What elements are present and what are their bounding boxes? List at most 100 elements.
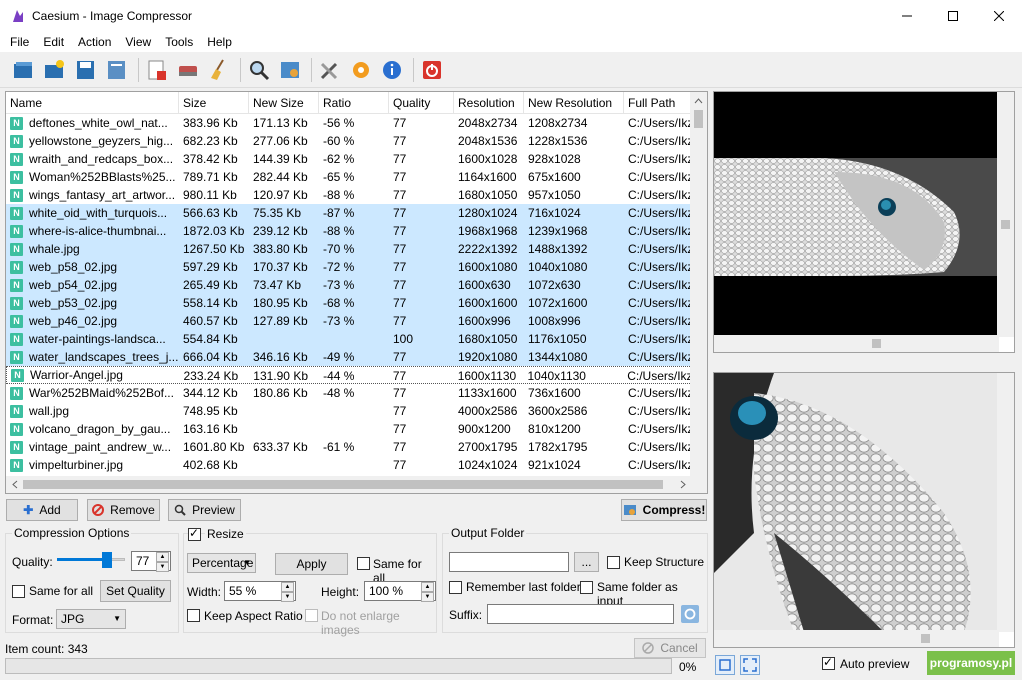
clear-list-button[interactable] [174,56,202,84]
refresh-icon[interactable] [681,605,699,623]
spin-down-icon[interactable]: ▼ [156,562,169,572]
table-row[interactable]: Nwhite_oid_with_turquois... 566.63 Kb 75.3… [6,204,692,222]
quality-spinbox[interactable]: 77 ▲ ▼ [131,551,171,572]
height-spinbox[interactable]: 100 % ▲ ▼ [364,581,436,602]
width-spinner[interactable]: ▲ ▼ [281,582,294,602]
original-preview-pane[interactable] [713,91,1015,353]
spin-up-icon[interactable]: ▲ [281,582,294,592]
preview-button[interactable]: Preview [168,499,241,521]
fit-to-window-button[interactable] [715,655,735,675]
menu-file[interactable]: File [3,32,36,52]
scroll-thumb[interactable] [921,634,930,643]
resize-mode-select[interactable]: Percentage [187,553,256,573]
table-row[interactable]: Nwater_landscapes_trees_j... 666.04 Kb 346… [6,348,692,366]
exit-button[interactable] [418,56,446,84]
column-quality[interactable]: Quality [389,92,454,114]
table-row[interactable]: Nweb_p58_02.jpg 597.29 Kb 170.37 Kb -72 % 77… [6,258,692,276]
scroll-thumb[interactable] [872,339,881,348]
search-button[interactable] [245,56,273,84]
apply-button[interactable]: Apply [275,553,348,575]
do-not-enlarge-checkbox[interactable] [305,609,318,622]
resize-checkbox[interactable] [188,526,201,541]
compressed-preview-pane[interactable] [713,372,1015,648]
table-row[interactable]: Nwings_fantasy_art_artwor... 980.11 Kb 120… [6,186,692,204]
table-horizontal-scrollbar[interactable] [6,476,692,493]
image-preview-button[interactable] [276,56,304,84]
table-row[interactable]: Nvolcano_dragon_by_gau... 163.16 Kb 77 900x… [6,420,692,438]
preferences-button[interactable] [347,56,375,84]
table-row[interactable]: Nwraith_and_redcaps_box... 378.42 Kb 144.3… [6,150,692,168]
scroll-thumb[interactable] [694,110,703,128]
add-button[interactable]: ✚ Add [6,499,78,521]
original-preview-hscroll[interactable] [714,335,999,352]
format-select[interactable]: JPG [56,609,126,629]
column-new-resolution[interactable]: New Resolution [524,92,624,114]
clean-button[interactable] [205,56,233,84]
table-row[interactable]: Nweb_p46_02.jpg 460.57 Kb 127.89 Kb -73 % 77… [6,312,692,330]
table-row[interactable]: N Warrior-Angel.jpg 233.24 Kb 131.90 Kb -44 … [6,366,692,384]
close-button[interactable] [976,0,1022,32]
same-folder-as-input-checkbox[interactable] [580,581,593,594]
column-new-size[interactable]: New Size [249,92,319,114]
table-row[interactable]: Nwhere-is-alice-thumbnai... 1872.03 Kb 239… [6,222,692,240]
keep-aspect-ratio-checkbox[interactable] [187,609,200,622]
minimize-button[interactable] [884,0,930,32]
column-ratio[interactable]: Ratio [319,92,389,114]
compressed-preview-hscroll[interactable] [714,630,999,647]
save-list-button[interactable] [72,56,100,84]
cancel-button[interactable]: Cancel [634,638,706,658]
browse-button[interactable]: ... [574,552,599,572]
set-quality-button[interactable]: Set Quality [100,580,171,602]
menu-help[interactable]: Help [200,32,239,52]
spin-down-icon[interactable]: ▼ [281,592,294,602]
spin-up-icon[interactable]: ▲ [421,582,434,592]
table-row[interactable]: Nvintage_paint_andrew_w... 1601.80 Kb 633.… [6,438,692,456]
menu-view[interactable]: View [118,32,158,52]
scroll-thumb[interactable] [1001,220,1010,229]
table-row[interactable]: Ndeftones_white_owl_nat... 383.96 Kb 171.1… [6,114,692,132]
keep-structure-checkbox[interactable] [607,556,620,569]
table-row[interactable]: Nweb_p54_02.jpg 265.49 Kb 73.47 Kb -73 % 77 1… [6,276,692,294]
auto-preview-checkbox[interactable] [822,655,835,670]
spin-up-icon[interactable]: ▲ [156,552,169,562]
width-spinbox[interactable]: 55 % ▲ ▼ [224,581,296,602]
load-list-button[interactable] [103,56,131,84]
table-row[interactable]: Nyellowstone_geyzers_hig... 682.23 Kb 277.… [6,132,692,150]
fullscreen-button[interactable] [740,655,760,675]
scroll-thumb[interactable] [23,480,663,489]
slider-thumb[interactable] [101,552,112,568]
table-row[interactable]: Nwall.jpg 748.95 Kb 77 4000x2586 3600x2586 C:… [6,402,692,420]
menu-edit[interactable]: Edit [36,32,71,52]
menu-tools[interactable]: Tools [158,32,200,52]
maximize-button[interactable] [930,0,976,32]
suffix-input[interactable] [487,604,674,624]
remove-button[interactable]: Remove [87,499,160,521]
table-row[interactable]: N War%252BMaid%252Bof... 344.12 Kb 180.86 K… [6,384,692,402]
table-row[interactable]: Nwhale.jpg 1267.50 Kb 383.80 Kb -70 % 77 2222… [6,240,692,258]
spin-down-icon[interactable]: ▼ [421,592,434,602]
table-row[interactable]: Nwater-paintings-landsca... 554.84 Kb 100 1… [6,330,692,348]
remove-item-button[interactable] [143,56,171,84]
column-resolution[interactable]: Resolution [454,92,524,114]
table-row[interactable]: Nweb_p53_02.jpg 558.14 Kb 180.95 Kb -68 % 77… [6,294,692,312]
height-spinner[interactable]: ▲ ▼ [421,582,434,602]
quality-spinner[interactable]: ▲ ▼ [156,552,169,572]
open-files-button[interactable] [10,56,38,84]
table-row[interactable]: N Woman%252BBlasts%25... 789.71 Kb 282.44 K… [6,168,692,186]
about-button[interactable] [378,56,406,84]
column-size[interactable]: Size [179,92,249,114]
open-folder-button[interactable] [41,56,69,84]
compress-button[interactable]: Compress! [621,499,707,521]
compressed-preview-vscroll[interactable] [997,373,1014,632]
column-full-path[interactable]: Full Path [624,92,692,114]
same-for-all-quality-checkbox[interactable] [12,585,25,598]
file-table[interactable]: Name Size New Size Ratio Quality Resolut… [5,91,708,494]
column-name[interactable]: Name [6,92,179,114]
table-vertical-scrollbar[interactable] [690,92,707,477]
menu-action[interactable]: Action [71,32,118,52]
original-preview-vscroll[interactable] [997,92,1014,337]
remember-last-folder-checkbox[interactable] [449,581,462,594]
quality-slider[interactable] [57,552,125,574]
output-folder-input[interactable] [449,552,569,572]
same-for-all-resize-checkbox[interactable] [357,557,370,570]
